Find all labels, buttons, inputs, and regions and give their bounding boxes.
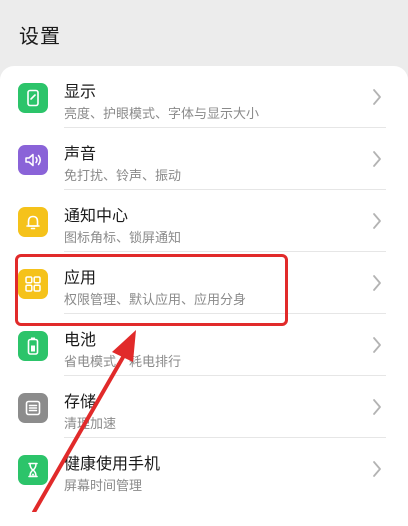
apps-grid-icon	[18, 269, 48, 299]
chevron-right-icon	[373, 89, 381, 105]
settings-item-storage[interactable]: 存储 清理加速	[0, 376, 408, 438]
chevron-right-icon	[373, 151, 381, 167]
chevron-right-icon	[373, 213, 381, 229]
settings-item-subtitle: 清理加速	[64, 417, 117, 432]
settings-list: 显示 亮度、护眼模式、字体与显示大小 声音 免打扰、铃声、振动 通知中心 图标角…	[0, 66, 408, 526]
battery-icon	[18, 331, 48, 361]
settings-item-battery[interactable]: 电池 省电模式、耗电排行	[0, 314, 408, 376]
settings-item-title: 声音	[64, 144, 97, 163]
bell-icon	[18, 207, 48, 237]
hourglass-icon	[18, 455, 48, 485]
settings-item-title: 电池	[64, 330, 97, 349]
settings-item-title: 健康使用手机	[64, 454, 161, 473]
settings-item-title: 显示	[64, 82, 97, 101]
settings-item-title: 通知中心	[64, 206, 129, 225]
settings-item-subtitle: 免打扰、铃声、振动	[64, 169, 182, 184]
page-title: 设置	[19, 24, 61, 48]
settings-item-subtitle: 屏幕时间管理	[64, 479, 143, 494]
chevron-right-icon	[373, 399, 381, 415]
chevron-right-icon	[373, 461, 381, 477]
sound-icon	[18, 145, 48, 175]
top-bar: 设置	[0, 0, 408, 64]
settings-item-notifications[interactable]: 通知中心 图标角标、锁屏通知	[0, 190, 408, 252]
settings-item-subtitle: 亮度、护眼模式、字体与显示大小	[64, 107, 260, 122]
settings-item-display[interactable]: 显示 亮度、护眼模式、字体与显示大小	[0, 66, 408, 128]
chevron-right-icon	[373, 337, 381, 353]
display-icon	[18, 83, 48, 113]
settings-item-title: 存储	[64, 392, 97, 411]
settings-item-sound[interactable]: 声音 免打扰、铃声、振动	[0, 128, 408, 190]
settings-item-title: 应用	[64, 268, 97, 287]
settings-item-subtitle: 省电模式、耗电排行	[64, 355, 182, 370]
settings-item-apps[interactable]: 应用 权限管理、默认应用、应用分身	[0, 252, 408, 314]
settings-item-digital-balance[interactable]: 健康使用手机 屏幕时间管理	[0, 438, 408, 500]
storage-icon	[18, 393, 48, 423]
chevron-right-icon	[373, 275, 381, 291]
settings-item-subtitle: 图标角标、锁屏通知	[64, 231, 182, 246]
settings-item-subtitle: 权限管理、默认应用、应用分身	[64, 293, 247, 308]
